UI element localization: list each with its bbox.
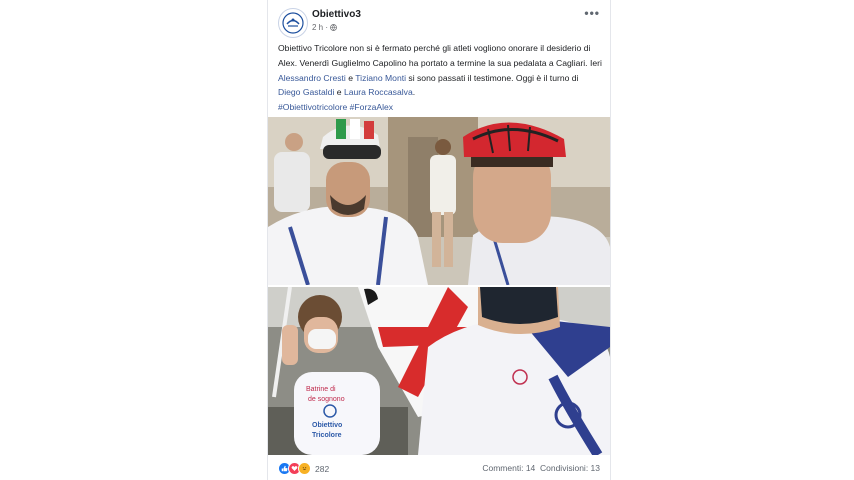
post-footer: 282 Commenti: 14 Condivisioni: 13 bbox=[268, 457, 610, 479]
shirt-text-line2: de sognono bbox=[308, 396, 345, 403]
page-name-link[interactable]: Obiettivo3 bbox=[312, 9, 361, 20]
post-timestamp[interactable]: 2 h · bbox=[312, 23, 337, 32]
post-text-segment: si sono passati il testimone. Oggi è il … bbox=[406, 72, 579, 83]
haha-reaction-icon bbox=[298, 462, 311, 475]
shirt-text-line4: Tricolore bbox=[312, 432, 342, 439]
post-photo-selfie[interactable] bbox=[268, 117, 610, 285]
post-text: Obiettivo Tricolore non si è fermato per… bbox=[278, 41, 603, 115]
page-avatar[interactable] bbox=[278, 8, 308, 38]
post-photo-child-flag[interactable]: Batrine di de sognono Obiettivo Tricolor… bbox=[268, 287, 610, 455]
more-options-button[interactable]: ••• bbox=[584, 6, 600, 20]
post-text-segment: e bbox=[334, 87, 344, 98]
tag-alessandro-cresti[interactable]: Alessandro Cresti bbox=[278, 73, 346, 83]
post-text-segment: . bbox=[412, 87, 416, 98]
post-text-segment: Obiettivo Tricolore non si è fermato per… bbox=[278, 43, 602, 68]
obiettivo3-logo-icon bbox=[282, 12, 304, 34]
tag-laura-roccasalva[interactable]: Laura Roccasalva bbox=[344, 87, 413, 97]
hashtags-link[interactable]: #Obiettivotricolore #ForzaAlex bbox=[278, 102, 393, 112]
shirt-text-line1: Batrine di bbox=[306, 386, 336, 393]
post-text-segment: e bbox=[345, 72, 356, 83]
facebook-post: Obiettivo3 2 h · ••• Obiettivo Tricolore… bbox=[267, 0, 611, 480]
tag-diego-gastaldi[interactable]: Diego Gastaldi bbox=[278, 87, 334, 97]
comments-shares-link[interactable]: Commenti: 14 Condivisioni: 13 bbox=[482, 463, 600, 473]
reaction-count: 282 bbox=[315, 463, 330, 474]
reactions-summary[interactable]: 282 bbox=[278, 462, 329, 475]
child-flag-cyclist-image: Batrine di de sognono Obiettivo Tricolor… bbox=[268, 287, 610, 455]
shirt-text-line3: Obiettivo bbox=[312, 422, 342, 429]
post-time-text: 2 h · bbox=[312, 23, 329, 32]
cyclists-selfie-image bbox=[268, 117, 610, 285]
tag-tiziano-monti[interactable]: Tiziano Monti bbox=[355, 73, 406, 83]
globe-icon bbox=[330, 24, 337, 31]
